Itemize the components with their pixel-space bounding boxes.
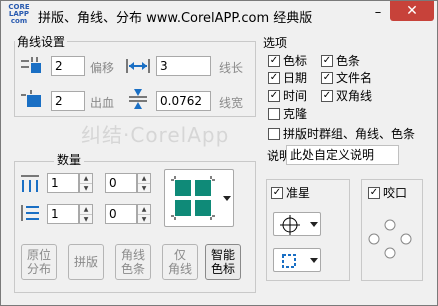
line-width-icon — [129, 89, 147, 109]
row-gap-stepper[interactable]: ▲ ▼ — [137, 204, 151, 224]
app-logo: CORE LAPP com — [8, 3, 30, 25]
column-count-stepper[interactable]: ▲ ▼ — [79, 173, 93, 193]
app-window: CORE LAPP com 拼版、角线、分布 www.CorelAPP.com 经典… — [0, 0, 438, 306]
dotted-square-icon — [282, 254, 296, 268]
registration-style-dropdown[interactable] — [273, 212, 321, 236]
checkbox-box[interactable] — [268, 107, 280, 120]
watermark: 纠结·CorelApp — [81, 123, 230, 147]
corner-color-bar-button[interactable]: 角线 色条 — [115, 244, 151, 280]
chevron-down-icon — [310, 222, 318, 227]
layout-style-dropdown[interactable] — [164, 169, 234, 227]
checkbox-box[interactable]: ✓ — [321, 89, 333, 102]
line-width-label: 线宽 — [219, 96, 244, 110]
checkbox-box[interactable]: ✓ — [271, 186, 283, 199]
impose-button[interactable]: 拼版 — [68, 244, 104, 280]
bleed-input[interactable]: 2 — [51, 91, 85, 111]
row-count-stepper[interactable]: ▲ ▼ — [79, 204, 93, 224]
checkbox-clone[interactable]: 克隆 — [268, 105, 307, 122]
close-button[interactable]: ✕ — [390, 1, 434, 21]
checkbox-box[interactable]: ✓ — [321, 71, 333, 84]
bite-position-radios[interactable] — [366, 219, 414, 259]
checkbox-box[interactable]: ✓ — [268, 89, 280, 102]
checkbox-box[interactable]: ✓ — [268, 54, 280, 67]
checkbox-time[interactable]: ✓ 时间 — [268, 87, 307, 104]
checkbox-bite[interactable]: ✓ 咬口 — [368, 184, 411, 201]
line-length-input[interactable]: 3 — [156, 56, 211, 76]
chevron-down-icon — [310, 258, 318, 263]
corner-settings-legend: 角线设置 — [17, 35, 66, 49]
offset-icon — [21, 57, 41, 73]
crosshair-icon — [280, 215, 300, 235]
bleed-label: 出血 — [90, 96, 115, 110]
chevron-down-icon — [223, 196, 231, 201]
offset-label: 偏移 — [90, 61, 115, 75]
checkbox-filename[interactable]: ✓ 文件名 — [321, 69, 372, 86]
column-gap-input[interactable]: 0 — [105, 173, 137, 193]
columns-icon — [21, 175, 39, 192]
description-input[interactable]: 此处自定义说明 — [286, 145, 399, 165]
checkbox-double-corner[interactable]: ✓ 双角线 — [321, 87, 372, 104]
window-title: 拼版、角线、分布 www.CorelAPP.com 经典版 — [38, 11, 313, 26]
row-gap-input[interactable]: 0 — [105, 204, 137, 224]
checkbox-color-bar[interactable]: ✓ 色条 — [321, 52, 360, 69]
options-legend: 选项 — [263, 36, 288, 50]
corner-only-button[interactable]: 仅角线 — [162, 244, 198, 280]
quantity-legend: 数量 — [54, 151, 85, 168]
in-place-distribute-button[interactable]: 原位 分布 — [21, 244, 57, 280]
row-count-input[interactable]: 1 — [47, 204, 79, 224]
checkbox-color-mark[interactable]: ✓ 色标 — [268, 52, 307, 69]
checkbox-box[interactable]: ✓ — [368, 186, 380, 199]
bleed-icon — [21, 90, 41, 107]
rows-icon — [21, 205, 39, 221]
checkbox-registration[interactable]: ✓ 准星 — [271, 184, 314, 201]
offset-input[interactable]: 2 — [51, 56, 85, 76]
grid-layout-icon — [171, 176, 215, 220]
checkbox-box[interactable] — [268, 127, 280, 140]
registration-shape-dropdown[interactable] — [273, 248, 321, 272]
minimize-button[interactable]: – — [368, 5, 388, 23]
checkbox-box[interactable]: ✓ — [321, 54, 333, 67]
column-count-input[interactable]: 1 — [47, 173, 79, 193]
checkbox-box[interactable]: ✓ — [268, 71, 280, 84]
line-length-label: 线长 — [219, 61, 244, 75]
smart-color-mark-button[interactable]: 智能 色标 — [205, 244, 241, 280]
line-width-input[interactable]: 0.0762 — [156, 91, 211, 111]
title-bar: CORE LAPP com 拼版、角线、分布 www.CorelAPP.com 经典… — [1, 1, 437, 29]
checkbox-date[interactable]: ✓ 日期 — [268, 69, 307, 86]
line-length-icon — [126, 59, 150, 73]
column-gap-stepper[interactable]: ▲ ▼ — [137, 173, 151, 193]
checkbox-group-on-impose[interactable]: 拼版时群组、角线、色条 — [268, 125, 415, 142]
